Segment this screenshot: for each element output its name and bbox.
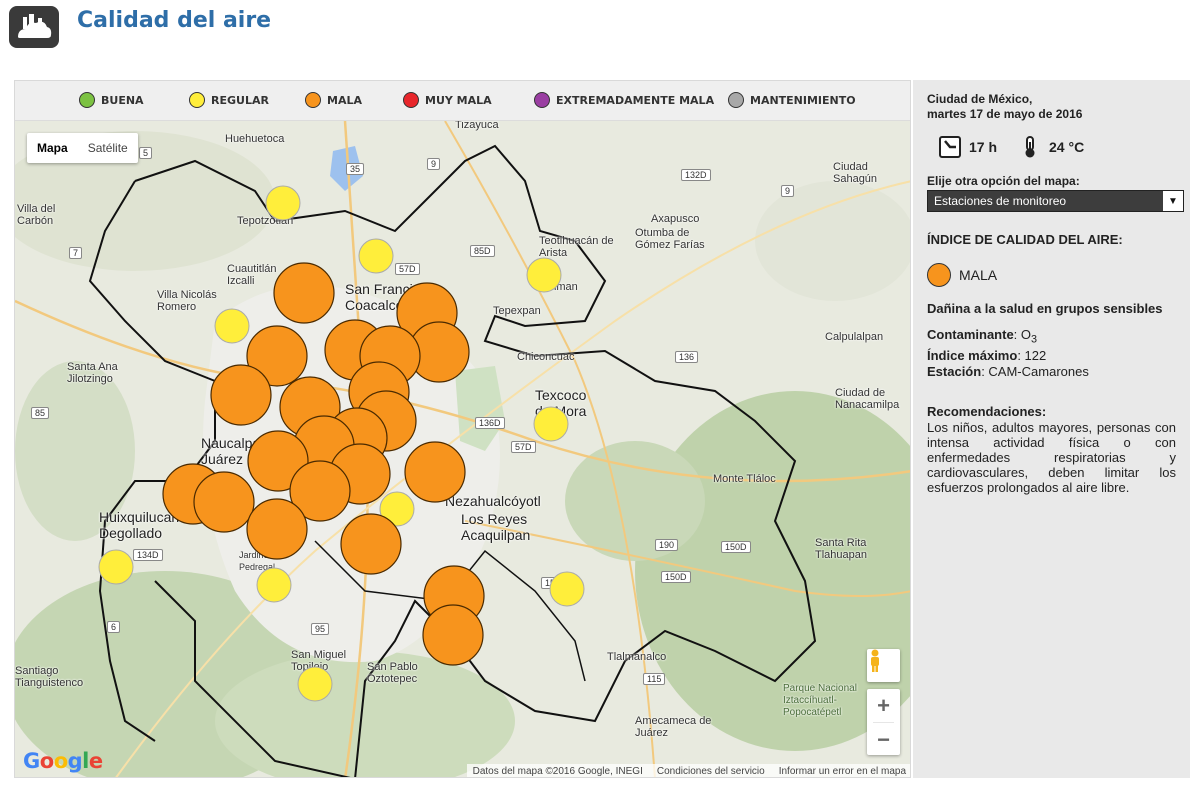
map-option-select[interactable]: Estaciones de monitoreo ▼ [927, 190, 1184, 212]
legend-dot-regular [189, 92, 205, 108]
attribution-data: Datos del mapa ©2016 Google, INEGI [472, 766, 643, 777]
app-logo-icon [9, 6, 59, 48]
hour-value: 17 h [969, 139, 998, 155]
map-option-value: Estaciones de monitoreo [934, 194, 1067, 208]
station-marker-regular[interactable] [256, 567, 292, 603]
aqi-status-dot [927, 263, 951, 287]
aqi-description: Dañina a la salud en grupos sensibles [927, 301, 1163, 316]
zoom-out-button[interactable]: − [867, 723, 900, 756]
zoom-in-button[interactable]: + [867, 689, 900, 722]
station-marker-mala[interactable] [273, 262, 335, 324]
station-label: Estación [927, 363, 982, 379]
aqi-heading: ÍNDICE DE CALIDAD DEL AIRE: [927, 232, 1123, 247]
legend-item-buena: BUENA [79, 92, 144, 108]
station-marker-mala[interactable] [404, 441, 466, 503]
pollutant-label: Contaminante [927, 327, 1014, 342]
recommendations-text: Los niños, adultos mayores, personas con… [927, 419, 1176, 495]
legend-item-mantenimiento: MANTENIMIENTO [728, 92, 856, 108]
legend-label: BUENA [101, 93, 144, 107]
zoom-control: + − [867, 689, 900, 755]
station-layer [98, 185, 585, 702]
google-logo: Google [23, 749, 103, 773]
dropdown-arrow-icon: ▼ [1163, 191, 1183, 211]
map-option-label: Elije otra opción del mapa: [927, 174, 1080, 188]
max-index-row: Índice máximo: 122 [927, 347, 1047, 363]
station-marker-regular[interactable] [98, 549, 134, 585]
hour-group: 17 h [939, 136, 997, 158]
legend-dot-mala [305, 92, 321, 108]
thermometer-icon [1019, 136, 1041, 158]
legend-item-regular: REGULAR [189, 92, 269, 108]
legend-label: REGULAR [211, 93, 269, 107]
report-error-link[interactable]: Informar un error en el mapa [779, 766, 906, 777]
max-index-value: 122 [1024, 347, 1047, 363]
station-marker-mala[interactable] [193, 471, 255, 533]
legend-label: MANTENIMIENTO [750, 93, 856, 107]
cloud-city-icon [18, 14, 52, 38]
legend-label: MALA [327, 93, 362, 107]
date-label: martes 17 de mayo de 2016 [927, 107, 1083, 121]
clock-icon [939, 136, 961, 158]
pollutant-row: Contaminante: O3 [927, 327, 1038, 346]
location-label: Ciudad de México, [927, 92, 1033, 106]
max-index-label: Índice máximo [927, 347, 1018, 363]
station-marker-regular[interactable] [214, 308, 250, 344]
info-panel: Ciudad de México, martes 17 de mayo de 2… [913, 80, 1190, 778]
station-marker-regular[interactable] [549, 571, 585, 607]
temperature-group: 24 °C [1019, 136, 1084, 158]
map-type-control: Mapa Satélite [27, 133, 138, 163]
legend-item-mala: MALA [305, 92, 362, 108]
legend-label: EXTREMADAMENTE MALA [556, 93, 715, 107]
station-value: CAM-Camarones [988, 363, 1089, 379]
station-marker-regular[interactable] [265, 185, 301, 221]
station-marker-regular[interactable] [358, 238, 394, 274]
pollutant-subscript: 3 [1031, 333, 1038, 346]
legend-dot-mantenimiento [728, 92, 744, 108]
station-marker-regular[interactable] [297, 666, 333, 702]
station-marker-regular[interactable] [526, 257, 562, 293]
legend-dot-muy-mala [403, 92, 419, 108]
map-type-mapa-button[interactable]: Mapa [27, 133, 78, 163]
legend-dot-extremadamente-mala [534, 92, 550, 108]
legend-bar: BUENA REGULAR MALA MUY MALA EXTREMADAMEN… [15, 81, 910, 121]
page-title: Calidad del aire [77, 8, 272, 33]
weather-row: 17 h 24 °C [939, 136, 1176, 158]
pollutant-value: O [1020, 327, 1032, 342]
station-marker-mala[interactable] [340, 513, 402, 575]
legend-label: MUY MALA [425, 93, 492, 107]
legend-dot-buena [79, 92, 95, 108]
station-marker-regular[interactable] [533, 406, 569, 442]
map-panel: BUENA REGULAR MALA MUY MALA EXTREMADAMEN… [14, 80, 911, 778]
street-view-pegman-icon[interactable] [867, 649, 900, 682]
station-marker-mala[interactable] [422, 604, 484, 666]
legend-item-muy-mala: MUY MALA [403, 92, 492, 108]
map-attribution: Datos del mapa ©2016 Google, INEGI Condi… [466, 764, 910, 777]
map-type-satelite-button[interactable]: Satélite [78, 133, 138, 163]
aqi-details: Contaminante: O3 Índice máximo: 122 Esta… [927, 327, 1176, 380]
station-marker-mala[interactable] [210, 364, 272, 426]
station-marker-mala[interactable] [246, 498, 308, 560]
terms-link[interactable]: Condiciones del servicio [657, 766, 765, 777]
map-canvas[interactable]: Huehuetoca Villa del Carbón Tepotzotlán … [15, 121, 910, 777]
legend-item-extremadamente-mala: EXTREMADAMENTE MALA [534, 92, 714, 108]
station-row: Estación: CAM-Camarones [927, 363, 1089, 379]
temperature-value: 24 °C [1049, 139, 1085, 155]
recommendations-heading: Recomendaciones: [927, 403, 1047, 419]
aqi-status-label: MALA [959, 267, 998, 283]
aqi-status: MALA [927, 263, 1176, 287]
